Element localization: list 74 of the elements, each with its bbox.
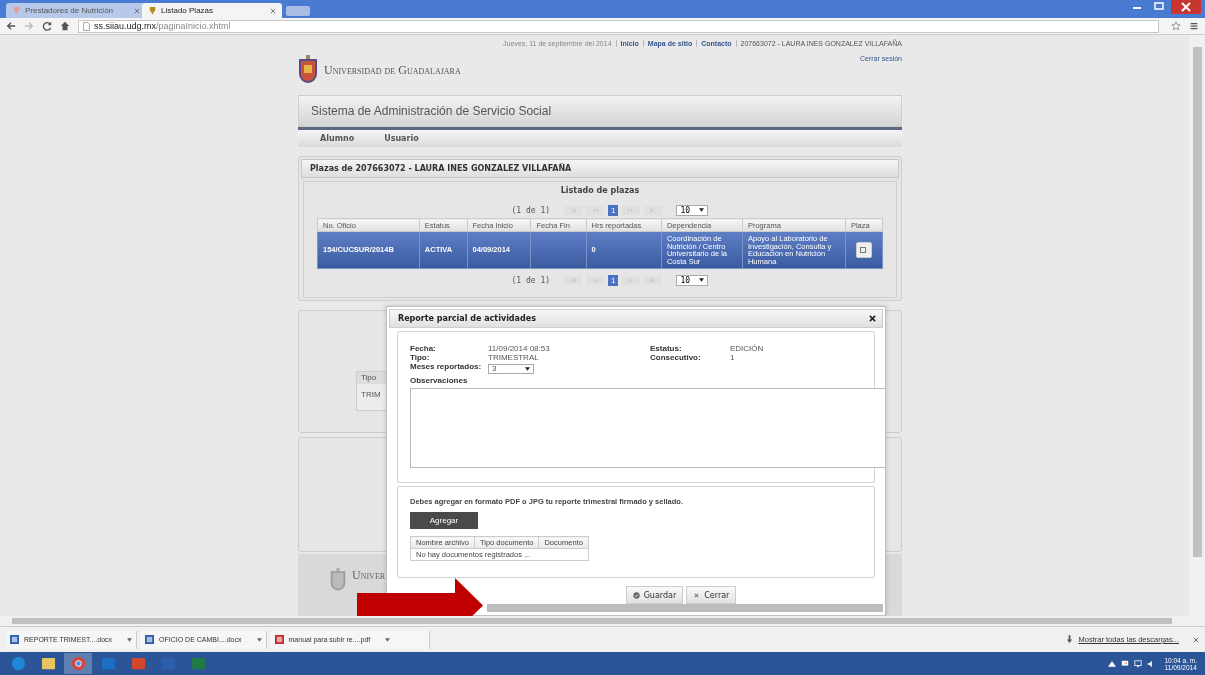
add-button[interactable]: Agregar: [410, 512, 478, 529]
table-cell: [530, 231, 587, 269]
download-icon: [1065, 635, 1073, 644]
first-page-icon: [570, 277, 577, 283]
pdf-file-icon: [274, 635, 284, 644]
caret-icon: [699, 208, 705, 212]
home-icon[interactable]: [60, 21, 70, 31]
page-button[interactable]: 1: [608, 204, 619, 216]
caret-icon[interactable]: [256, 637, 262, 642]
next-page-icon: [628, 207, 635, 213]
page-report: (1 de 1): [511, 205, 551, 215]
next-page-icon: [628, 277, 635, 283]
field-value: 11/09/2014 08:53: [488, 344, 550, 353]
menu-icon[interactable]: [1189, 21, 1199, 31]
save-button[interactable]: Guardar: [625, 586, 684, 604]
tab-title: Listado Plazas: [161, 6, 215, 15]
favicon-icon: [148, 6, 157, 15]
menu-item[interactable]: Usuario: [384, 134, 419, 143]
field-label: Estatus:: [650, 344, 683, 353]
crest-logo: [330, 568, 346, 592]
field-label: Observaciones: [410, 376, 469, 385]
crest-logo: [298, 55, 318, 85]
university-name: Universidad de Guadalajara: [324, 62, 461, 78]
network-icon[interactable]: [1134, 659, 1143, 668]
months-select[interactable]: 3: [488, 363, 534, 374]
view-plaza-button[interactable]: [855, 242, 872, 258]
star-icon[interactable]: [1171, 21, 1181, 31]
field-label: Consecutivo:: [650, 353, 702, 362]
field-value: TRIMESTRAL: [488, 353, 539, 362]
previous-page-icon: [592, 207, 599, 213]
horizontal-scrollbar[interactable]: [487, 604, 883, 612]
close-icon[interactable]: [869, 315, 876, 322]
last-page-icon: [650, 277, 657, 283]
forward-icon[interactable]: [24, 21, 34, 31]
browser-tab[interactable]: Listado Plazas: [142, 3, 282, 18]
document-icon: [10, 635, 19, 644]
university-name: Univer: [352, 568, 386, 583]
vertical-scrollbar[interactable]: [1189, 35, 1205, 616]
panel-title: Plazas de 207663072 - LAURA INES GONZALEZ VILLAFAÑA: [310, 164, 572, 173]
url-text: ss.siiau.udg.mx/paginaInicio.xhtml: [94, 21, 231, 31]
rows-per-page-select[interactable]: 10: [676, 274, 709, 286]
app-title: Sistema de Administración de Servicio Social: [311, 104, 552, 118]
field-label: Fecha:: [410, 344, 437, 353]
tab-title: Prestadores de Nutrición: [25, 6, 115, 15]
field-value: 1: [730, 353, 735, 362]
close-icon: [693, 591, 701, 599]
page-button[interactable]: 1: [608, 274, 619, 286]
field-label: Meses reportados:: [410, 362, 483, 371]
caret-icon: [525, 366, 530, 371]
page-icon: [83, 21, 90, 31]
table-cell-text: TRIM: [360, 389, 382, 401]
reload-icon[interactable]: [42, 21, 52, 31]
rows-per-page-select[interactable]: 10: [676, 204, 709, 216]
caret-icon: [699, 278, 705, 282]
last-page-icon: [650, 207, 657, 213]
close-button[interactable]: Cerrar: [686, 586, 737, 604]
caret-icon[interactable]: [127, 637, 133, 642]
check-circle-icon: [632, 591, 640, 599]
observations-field[interactable]: [410, 388, 885, 468]
previous-page-icon: [592, 277, 599, 283]
field-label: Tipo:: [410, 353, 431, 362]
document-icon: [145, 635, 155, 644]
page-report: (1 de 1): [511, 275, 551, 285]
address-bar[interactable]: ss.siiau.udg.mx/paginaInicio.xhtml: [78, 19, 1159, 33]
dialog-title: Reporte parcial de actividades: [398, 314, 536, 323]
menu-item[interactable]: Alumno: [320, 134, 355, 143]
back-icon[interactable]: [6, 21, 16, 31]
chrome-app-icon[interactable]: [64, 653, 92, 674]
list-title: Listado de plazas: [559, 185, 641, 197]
field-value: EDICIÓN: [730, 344, 764, 353]
first-page-icon: [570, 207, 577, 213]
caret-icon[interactable]: [385, 637, 391, 642]
horizontal-scrollbar[interactable]: [0, 616, 1205, 626]
favicon-icon: [12, 6, 21, 15]
